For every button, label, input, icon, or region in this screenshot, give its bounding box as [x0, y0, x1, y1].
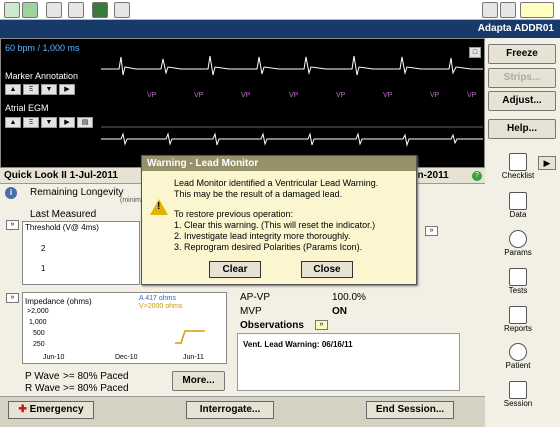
marker-vp-7: VP	[430, 92, 440, 99]
dialog-body: Lead Monitor identified a Ventricular Le…	[174, 178, 378, 253]
nav-session[interactable]: Session	[488, 381, 548, 408]
marker-vp-4: VP	[289, 92, 299, 99]
top-toolbar	[0, 0, 560, 20]
threshold-chart-label: Threshold (V@ 4ms)	[25, 223, 99, 232]
impedance-v-line	[175, 330, 205, 344]
bottom-bar: ✚ Emergency Interrogate... End Session..…	[0, 396, 485, 427]
dialog-line-5: 1. Clear this warning. (This will reset …	[174, 220, 376, 230]
mvp-label: MVP	[240, 306, 262, 317]
observations-list[interactable]: Vent. Lead Warning: 06/16/11	[237, 333, 460, 391]
marker-vp-3: VP	[241, 92, 251, 99]
lead-monitor-dialog: Warning - Lead Monitor ! Lead Monitor id…	[141, 155, 417, 285]
ap-vp-label: AP-VP	[240, 292, 271, 303]
last-measured-label: Last Measured	[30, 209, 97, 220]
ecg-expand-button[interactable]: □	[469, 47, 481, 58]
impedance-lines	[175, 330, 205, 344]
tests-icon	[509, 268, 527, 286]
marker-vp-5: VP	[336, 92, 346, 99]
impedance-expand-button[interactable]: »	[6, 293, 19, 303]
marker-vp-6: VP	[383, 92, 393, 99]
impedance-chart: Impedance (ohms) >2,000 1,000 500 250 Ju…	[22, 292, 227, 364]
threshold-tick-2: 2	[41, 244, 46, 253]
device-icon[interactable]	[114, 2, 130, 18]
r-wave-value: >= 80% Paced	[63, 383, 129, 394]
telemetry-icon[interactable]	[92, 2, 108, 18]
data-icon	[509, 192, 527, 210]
reports-icon	[509, 306, 527, 324]
window-icon[interactable]	[482, 2, 498, 18]
battery-icon	[22, 2, 38, 18]
nav-reports[interactable]: Reports	[488, 306, 548, 333]
warning-icon: !	[150, 199, 168, 215]
threshold-chart: Threshold (V@ 4ms) 2 1	[22, 221, 140, 285]
remaining-longevity-sub: (minim	[120, 197, 141, 204]
marker-vp-8: VP	[467, 92, 477, 99]
programmer-status-icon[interactable]	[4, 2, 20, 18]
checklist-icon	[509, 153, 527, 171]
dialog-line-1: Lead Monitor identified a Ventricular Le…	[174, 178, 379, 188]
emergency-button[interactable]: ✚ Emergency	[8, 401, 94, 419]
dialog-line-6: 2. Investigate lead integrity more thoro…	[174, 231, 351, 241]
nav-data-label: Data	[509, 210, 527, 219]
nav-params[interactable]: Params	[488, 230, 548, 257]
device-title: Adapta ADDR01	[477, 23, 554, 34]
pacing-expand-button[interactable]: »	[425, 226, 438, 236]
nav-session-label: Session	[503, 399, 533, 408]
nav-data[interactable]: Data	[488, 192, 548, 219]
marker-vp-1: VP	[147, 92, 157, 99]
p-wave-value: >= 80% Paced	[63, 371, 129, 382]
end-session-button[interactable]: End Session...	[366, 401, 454, 419]
dialog-line-3	[174, 200, 378, 209]
marker-vp-2: VP	[194, 92, 204, 99]
quicklook-title: Quick Look II 1-Jul-2011	[4, 170, 118, 181]
printer-icon[interactable]	[68, 2, 84, 18]
info-icon[interactable]: i	[5, 187, 17, 199]
emergency-icon: ✚	[18, 404, 30, 415]
nav-params-label: Params	[504, 248, 532, 257]
params-icon	[509, 230, 527, 248]
clear-button[interactable]: Clear	[209, 261, 261, 278]
patient-icon	[509, 343, 527, 361]
layout-icon[interactable]	[500, 2, 516, 18]
ecg-trace	[101, 55, 483, 76]
nav-tests-label: Tests	[508, 286, 528, 295]
nav-patient[interactable]: Patient	[488, 343, 548, 370]
help-badge-icon[interactable]: ?	[472, 171, 482, 181]
mvp-value: ON	[332, 306, 347, 317]
ap-vp-value: 100.0%	[332, 292, 366, 303]
nav-tests[interactable]: Tests	[488, 268, 548, 295]
dialog-line-2: This may be the result of a damaged lead…	[174, 189, 343, 199]
nav-reports-label: Reports	[503, 324, 532, 333]
interrogate-button[interactable]: Interrogate...	[186, 401, 274, 419]
nav-checklist-label: Checklist	[501, 171, 535, 180]
observation-item[interactable]: Vent. Lead Warning: 06/16/11	[243, 340, 353, 349]
close-button[interactable]: Close	[301, 261, 353, 278]
session-icon	[509, 381, 527, 399]
more-button[interactable]: More...	[172, 371, 225, 391]
strips-button[interactable]: Strips...	[488, 68, 556, 88]
header-bar: Adapta ADDR01	[0, 20, 560, 38]
p-wave-label: P Wave	[25, 371, 60, 382]
observations-expand-button[interactable]: »	[315, 320, 328, 330]
nav-patient-label: Patient	[505, 361, 531, 370]
help-button[interactable]: Help...	[488, 119, 556, 139]
ecg-panel: 60 bpm / 1,000 ms Marker Annotation ▲ Ξ …	[0, 38, 485, 168]
dialog-title: Warning - Lead Monitor	[142, 156, 416, 171]
dialog-line-7: 3. Reprogram desired Polarities (Params …	[174, 242, 363, 252]
egm-trace	[101, 132, 483, 147]
ecg-traces: VP VP VP VP VP VP VP VP	[101, 55, 483, 147]
observations-title: Observations	[240, 320, 304, 331]
threshold-tick-1: 1	[41, 264, 46, 273]
freeze-button[interactable]: Freeze	[488, 44, 556, 64]
r-wave-label: R Wave	[25, 383, 61, 394]
emergency-label: Emergency	[29, 404, 84, 415]
laptop-icon[interactable]	[46, 2, 62, 18]
threshold-expand-button[interactable]: »	[6, 220, 19, 230]
dialog-line-4: To restore previous operation:	[174, 209, 294, 219]
adjust-button[interactable]: Adjust...	[488, 91, 556, 111]
nav-checklist[interactable]: Checklist	[488, 153, 548, 180]
status-indicator	[520, 2, 554, 18]
remaining-longevity-label: Remaining Longevity	[30, 187, 124, 198]
